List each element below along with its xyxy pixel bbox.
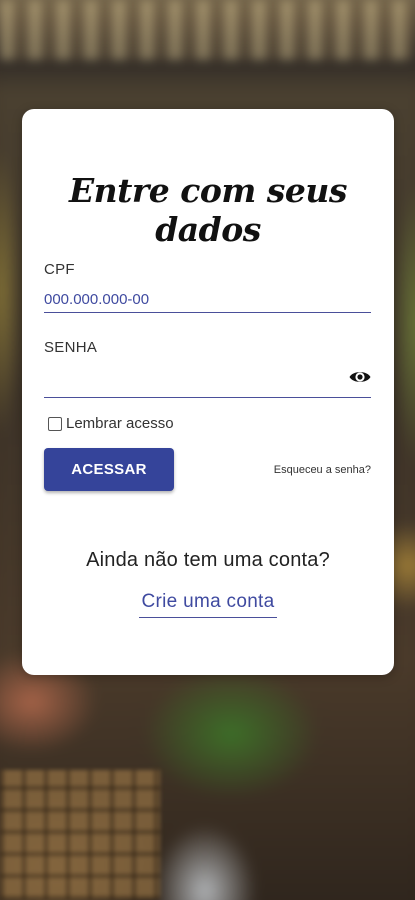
- no-account-text: Ainda não tem uma conta?: [86, 549, 330, 571]
- forgot-password-link[interactable]: Esqueceu a senha?: [274, 464, 371, 476]
- remember-checkbox[interactable]: [48, 416, 62, 431]
- background-plaid-shirt: [0, 770, 160, 900]
- remember-label: Lembrar acesso: [66, 415, 174, 432]
- login-button[interactable]: ACESSAR: [44, 448, 174, 491]
- password-label: SENHA: [44, 339, 98, 356]
- remember-access[interactable]: Lembrar acesso: [48, 415, 174, 432]
- login-screen: Entre com seus dados CPF SENHA Lembrar a…: [0, 0, 415, 900]
- eye-icon[interactable]: [348, 365, 372, 389]
- background-awning: [0, 0, 415, 60]
- password-input[interactable]: [44, 371, 371, 398]
- login-card: Entre com seus dados CPF SENHA Lembrar a…: [22, 109, 394, 675]
- create-account-link[interactable]: Crie uma conta: [139, 591, 277, 618]
- cpf-input[interactable]: [44, 286, 371, 313]
- create-account-wrapper: Crie uma conta: [22, 591, 394, 618]
- cpf-label: CPF: [44, 261, 75, 278]
- login-title: Entre com seus dados: [69, 171, 347, 249]
